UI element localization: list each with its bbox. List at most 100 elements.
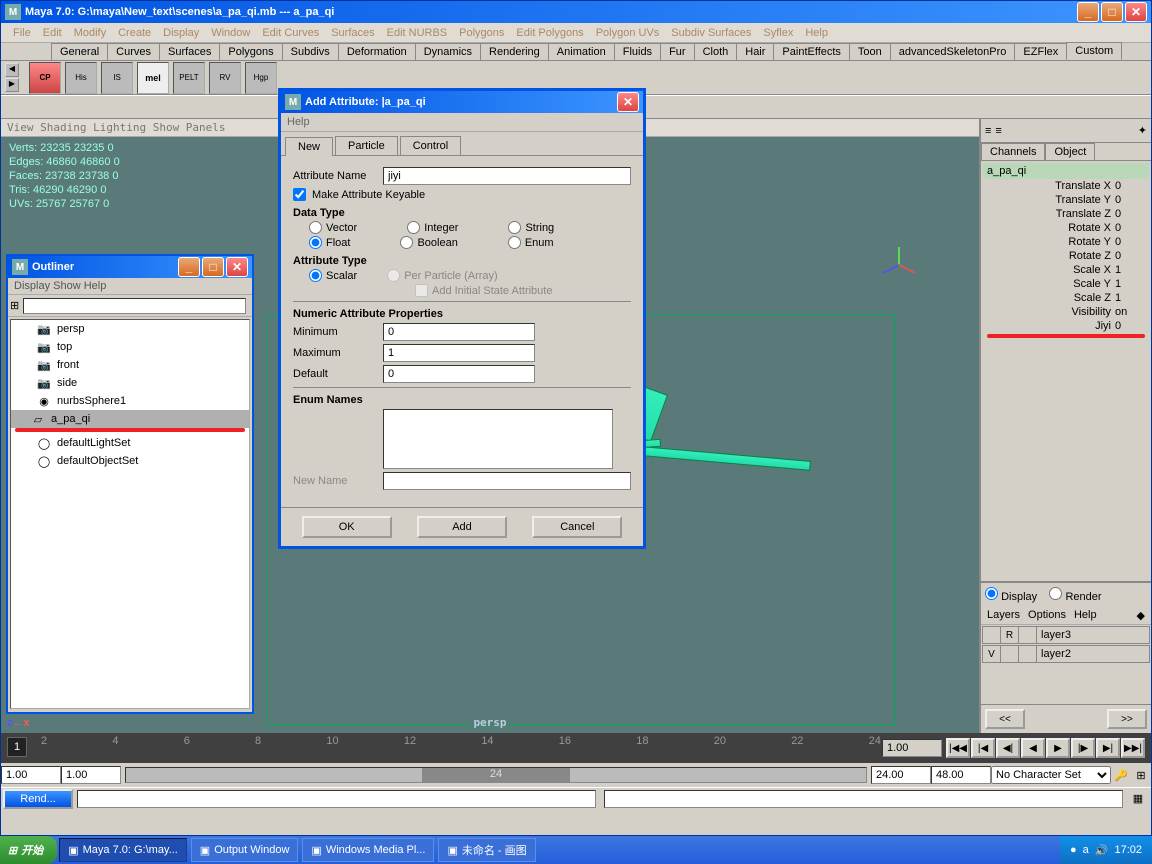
outliner-menu-help[interactable]: Help (84, 280, 107, 292)
shelf-tab-painteffects[interactable]: PaintEffects (773, 43, 850, 60)
playback-button[interactable]: ◀| (996, 738, 1020, 758)
menu-create[interactable]: Create (112, 25, 157, 41)
enum-names-list[interactable] (383, 409, 613, 469)
layer-row[interactable]: Rlayer3 (982, 626, 1150, 644)
menu-edit-nurbs[interactable]: Edit NURBS (381, 25, 454, 41)
radio-string[interactable]: String (508, 221, 554, 234)
channel-object-name[interactable]: a_pa_qi (983, 163, 1149, 179)
shelf-tab-subdivs[interactable]: Subdivs (282, 43, 339, 60)
autokey-icon[interactable]: 🔑 (1111, 769, 1131, 782)
channel-row[interactable]: Rotate X0 (983, 221, 1149, 235)
range-bar[interactable]: 24 (422, 768, 570, 782)
dialog-help-menu[interactable]: Help (287, 116, 310, 128)
attr-name-input[interactable] (383, 167, 631, 185)
menu-file[interactable]: File (7, 25, 37, 41)
channel-row[interactable]: Scale Z1 (983, 291, 1149, 305)
channel-row[interactable]: Translate X0 (983, 179, 1149, 193)
range-end[interactable] (871, 766, 931, 784)
shelf-icon-hgp[interactable]: Hgp (245, 62, 277, 94)
menu-modify[interactable]: Modify (68, 25, 112, 41)
playback-button[interactable]: ▶| (1096, 738, 1120, 758)
shelf-icon-is[interactable]: IS (101, 62, 133, 94)
shelf-nav-icon[interactable]: ▶ (5, 78, 19, 92)
close-button[interactable]: ✕ (226, 257, 248, 277)
outliner-item-defaultLightSet[interactable]: ◯defaultLightSet (11, 434, 249, 452)
main-titlebar[interactable]: M Maya 7.0: G:\maya\New_text\scenes\a_pa… (1, 1, 1151, 23)
menu-surfaces[interactable]: Surfaces (325, 25, 380, 41)
range-start[interactable] (1, 766, 61, 784)
command-input[interactable] (77, 790, 596, 808)
menu-edit[interactable]: Edit (37, 25, 68, 41)
list-icon[interactable]: ≡ (995, 125, 1001, 137)
shelf-tab-curves[interactable]: Curves (107, 43, 160, 60)
min-input[interactable] (383, 323, 535, 341)
tab-object[interactable]: Object (1045, 143, 1095, 160)
cancel-button[interactable]: Cancel (532, 516, 622, 538)
shelf-tab-toon[interactable]: Toon (849, 43, 891, 60)
outliner-search[interactable] (23, 298, 246, 314)
shelf-tab-general[interactable]: General (51, 43, 108, 60)
outliner-item-a_pa_qi[interactable]: ⊞▱a_pa_qi (11, 410, 249, 428)
tab-particle[interactable]: Particle (335, 136, 398, 155)
shelf-tab-fur[interactable]: Fur (660, 43, 695, 60)
menu-help[interactable]: Help (799, 25, 834, 41)
channel-box[interactable]: a_pa_qi Translate X0Translate Y0Translat… (981, 161, 1151, 581)
playback-button[interactable]: |◀ (971, 738, 995, 758)
shelf-icon-his[interactable]: His (65, 62, 97, 94)
tab-control[interactable]: Control (400, 136, 461, 155)
playback-button[interactable]: |▶ (1071, 738, 1095, 758)
display-radio[interactable]: Display (985, 591, 1037, 603)
layer-row[interactable]: Vlayer2 (982, 645, 1150, 663)
layers-menu-layers[interactable]: Layers (987, 609, 1020, 622)
playback-button[interactable]: ▶▶| (1121, 738, 1145, 758)
radio-float[interactable]: Float (309, 236, 350, 249)
channel-row[interactable]: Scale Y1 (983, 277, 1149, 291)
current-time-field[interactable] (882, 739, 942, 757)
tab-channels[interactable]: Channels (981, 143, 1045, 160)
tab-new[interactable]: New (285, 137, 333, 156)
layers-menu-help[interactable]: Help (1074, 609, 1097, 622)
close-button[interactable]: ✕ (617, 92, 639, 112)
minimize-button[interactable]: _ (178, 257, 200, 277)
tray-icon[interactable]: a (1083, 844, 1089, 856)
time-slider[interactable]: 1 24681012141618202224 |◀◀|◀◀|◀▶|▶▶|▶▶| (1, 733, 1151, 763)
clock[interactable]: 17:02 (1114, 844, 1142, 856)
channel-row[interactable]: Scale X1 (983, 263, 1149, 277)
shelf-tab-cloth[interactable]: Cloth (694, 43, 738, 60)
add-button[interactable]: Add (417, 516, 507, 538)
playback-button[interactable]: |◀◀ (946, 738, 970, 758)
shelf-icon-mel[interactable]: mel (137, 62, 169, 94)
outliner-item-front[interactable]: 📷front (11, 356, 249, 374)
outliner-item-persp[interactable]: 📷persp (11, 320, 249, 338)
current-frame[interactable]: 1 (7, 737, 27, 757)
shelf-icon-rv[interactable]: RV (209, 62, 241, 94)
start-button[interactable]: ⊞ 开始 (0, 836, 57, 864)
scroll-right[interactable]: >> (1107, 709, 1147, 729)
manip-icon[interactable]: ✦ (1138, 124, 1147, 137)
menu-syflex[interactable]: Syflex (757, 25, 799, 41)
max-input[interactable] (383, 344, 535, 362)
keyable-checkbox[interactable] (293, 188, 306, 201)
taskbar-item[interactable]: ▣Output Window (191, 838, 299, 862)
scroll-left[interactable]: << (985, 709, 1025, 729)
shelf-tab-surfaces[interactable]: Surfaces (159, 43, 220, 60)
playback-button[interactable]: ◀ (1021, 738, 1045, 758)
taskbar-item[interactable]: ▣未命名 - 画图 (438, 838, 535, 862)
close-button[interactable]: ✕ (1125, 2, 1147, 22)
channel-row[interactable]: Rotate Z0 (983, 249, 1149, 263)
shelf-tab-animation[interactable]: Animation (548, 43, 615, 60)
maximize-button[interactable]: □ (202, 257, 224, 277)
shelf-tab-deformation[interactable]: Deformation (338, 43, 416, 60)
shelf-tab-advancedskeletonpro[interactable]: advancedSkeletonPro (890, 43, 1016, 60)
layers-menu-options[interactable]: Options (1028, 609, 1066, 622)
menu-window[interactable]: Window (205, 25, 256, 41)
menu-polygons[interactable]: Polygons (453, 25, 510, 41)
outliner-menu-display[interactable]: Display (14, 280, 50, 292)
def-input[interactable] (383, 365, 535, 383)
shelf-tab-polygons[interactable]: Polygons (219, 43, 282, 60)
playback-button[interactable]: ▶ (1046, 738, 1070, 758)
shelf-tab-dynamics[interactable]: Dynamics (415, 43, 481, 60)
list-icon[interactable]: ≡ (985, 125, 991, 137)
range-start-pad[interactable] (61, 766, 121, 784)
taskbar-item[interactable]: ▣Windows Media Pl... (302, 838, 434, 862)
